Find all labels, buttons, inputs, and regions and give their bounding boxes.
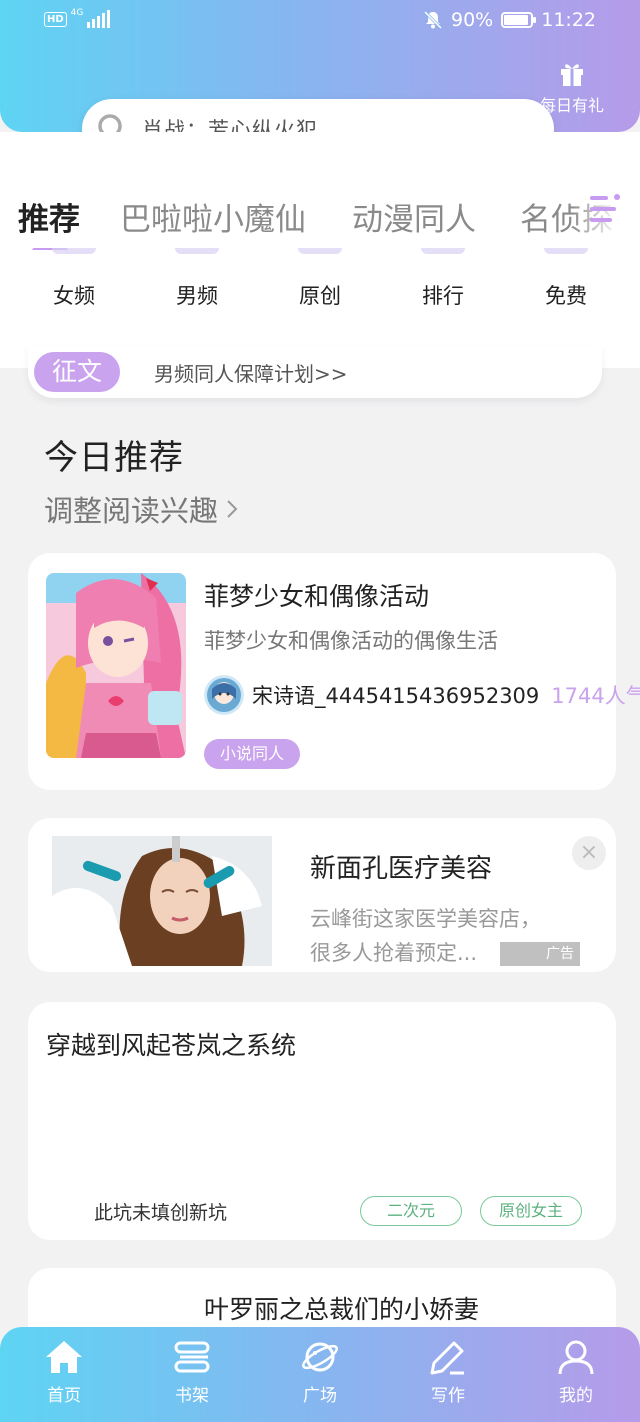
adjust-interests-link[interactable]: 调整阅读兴趣 xyxy=(44,488,242,530)
ad-title: 新面孔医疗美容 xyxy=(310,854,493,884)
tab-balala[interactable]: 巴啦啦小魔仙 xyxy=(120,194,306,239)
bookshelf-icon xyxy=(174,1341,210,1373)
pen-icon xyxy=(430,1341,464,1375)
nav-label: 我的 xyxy=(559,1386,593,1406)
category-label: 女频 xyxy=(53,284,95,308)
nav-label: 写作 xyxy=(431,1386,465,1406)
nav-profile[interactable]: 我的 xyxy=(536,1339,616,1406)
genre-tag[interactable]: 原创女主 xyxy=(480,1196,582,1226)
nav-label: 首页 xyxy=(47,1386,81,1406)
signal-icon xyxy=(87,10,111,28)
category-icon xyxy=(298,248,342,254)
battery-percent: 90% xyxy=(451,9,494,31)
mute-bell-icon xyxy=(423,10,443,30)
book-author-row: 宋诗语_4445415436952309 1744人气 xyxy=(204,675,640,715)
genre-tag[interactable]: 二次元 xyxy=(360,1196,462,1226)
category-label: 原创 xyxy=(299,284,341,308)
book-title: 菲梦少女和偶像活动 xyxy=(204,582,430,611)
category-label: 男频 xyxy=(176,284,218,308)
category-male[interactable]: 男频 xyxy=(152,248,242,310)
ad-label: 广告 xyxy=(500,942,580,966)
contest-tag: 征文 xyxy=(34,352,120,392)
hd-indicator: HD xyxy=(44,11,67,27)
status-bar: HD 4G 90% 11:22 xyxy=(0,0,640,44)
book-description: 菲梦少女和偶像活动的偶像生活 xyxy=(204,629,498,653)
clock: 11:22 xyxy=(541,9,596,31)
category-original[interactable]: 原创 xyxy=(275,248,365,310)
notice-text: 男频同人保障计划>> xyxy=(154,362,348,386)
tab-recommend[interactable]: 推荐 xyxy=(18,194,80,239)
category-icon xyxy=(52,248,96,254)
book-card[interactable]: 菲梦少女和偶像活动 菲梦少女和偶像活动的偶像生活 宋诗语_44454154369… xyxy=(28,553,640,790)
genre-tag[interactable]: 小说同人 xyxy=(204,739,301,769)
ad-card[interactable]: 新面孔医疗美容 云峰街这家医学美容店，很多人抢着预定... × 广告 xyxy=(28,818,616,972)
tab-bar: 推荐 巴啦啦小魔仙 动漫同人 名侦探 xyxy=(0,190,640,250)
nav-bookshelf[interactable]: 书架 xyxy=(152,1339,232,1406)
category-icon xyxy=(544,248,588,254)
author-avatar xyxy=(204,675,244,715)
ad-image xyxy=(52,836,272,966)
section-title: 今日推荐 xyxy=(44,438,184,478)
book-title: 穿越到风起苍岚之系统 xyxy=(46,1031,297,1060)
book-title: 叶罗丽之总裁们的小娇妻 xyxy=(204,1295,480,1324)
home-icon xyxy=(46,1341,82,1373)
nav-label: 书架 xyxy=(175,1386,209,1406)
popularity-count: 1744人气 xyxy=(551,684,640,708)
network-type: 4G xyxy=(70,8,84,18)
book-card[interactable]: 穿越到风起苍岚之系统 此坑未填创新坑 二次元 原创女主 xyxy=(28,1002,616,1240)
battery-icon xyxy=(501,12,537,28)
close-icon[interactable]: × xyxy=(572,836,606,870)
nav-label: 广场 xyxy=(303,1386,337,1406)
nav-square[interactable]: 广场 xyxy=(280,1339,360,1406)
category-female[interactable]: 女频 xyxy=(29,248,119,310)
gift-icon xyxy=(561,64,583,86)
category-icon xyxy=(421,248,465,254)
nav-home[interactable]: 首页 xyxy=(24,1339,104,1406)
author-name: 宋诗语_4445415436952309 xyxy=(252,684,540,708)
planet-icon xyxy=(302,1342,338,1372)
category-row: 女频 男频 原创 排行 免费 xyxy=(0,248,640,318)
category-icon xyxy=(175,248,219,254)
nav-write[interactable]: 写作 xyxy=(408,1339,488,1406)
bottom-navigation: 首页 书架 广场 写作 我的 xyxy=(0,1327,640,1422)
book-note: 此坑未填创新坑 xyxy=(94,1202,228,1224)
chevron-right-icon xyxy=(227,500,238,518)
category-label: 免费 xyxy=(545,284,587,308)
book-cover xyxy=(46,573,186,758)
adjust-interests-label: 调整阅读兴趣 xyxy=(44,494,219,528)
category-label: 排行 xyxy=(422,284,464,308)
category-free[interactable]: 免费 xyxy=(521,248,611,310)
contest-notice[interactable]: 征文 男频同人保障计划>> xyxy=(28,346,602,398)
tab-anime-fanfic[interactable]: 动漫同人 xyxy=(352,194,476,239)
user-icon xyxy=(558,1340,594,1375)
category-ranking[interactable]: 排行 xyxy=(398,248,488,310)
tab-menu-button[interactable] xyxy=(588,194,622,228)
